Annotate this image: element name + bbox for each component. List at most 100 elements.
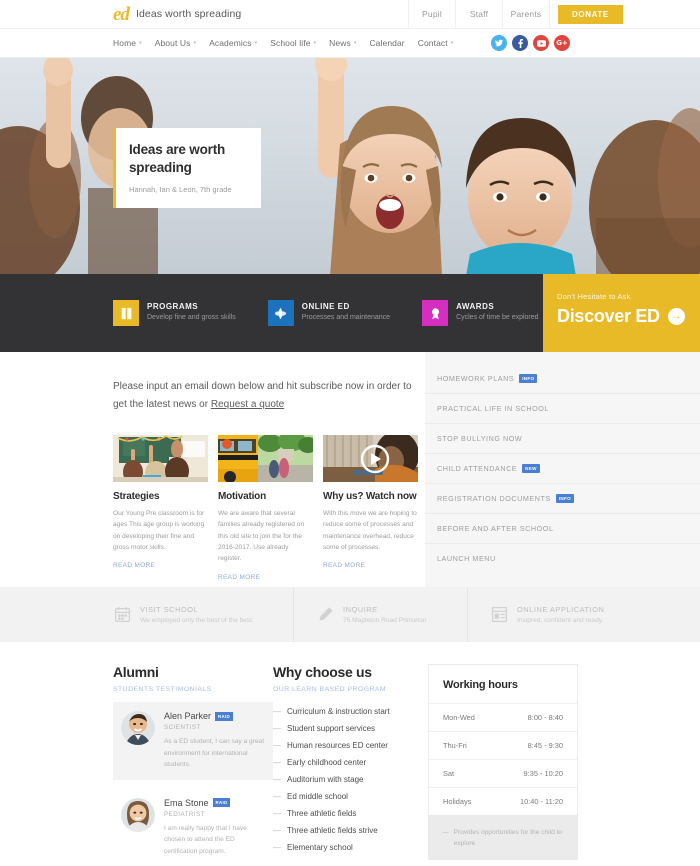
why-label: Three athletic fields xyxy=(287,809,357,818)
testimonial-item[interactable]: Alen Parker RAID SCIENTIST As a ED stude… xyxy=(113,702,273,780)
discover-title-row: Discover ED → xyxy=(557,306,700,327)
why-label: Ed middle school xyxy=(287,792,348,801)
card-body: We are aware that several families alrea… xyxy=(218,510,305,563)
avatar xyxy=(121,711,155,745)
info-sub: We employed only the best of the best xyxy=(140,617,253,624)
dash-icon: — xyxy=(273,707,281,716)
sidebar-item-practical-life-in-school[interactable]: PRACTICAL LIFE IN SCHOOL xyxy=(425,394,700,424)
nav-item-about-us[interactable]: About Us ▾ xyxy=(155,38,196,48)
nav-items: Home ▾ About Us ▾ Academics ▾ School lif… xyxy=(113,38,453,48)
hours-day: Holidays xyxy=(443,797,472,806)
chevron-down-icon: ▾ xyxy=(450,40,454,46)
nav-label: Academics xyxy=(209,38,252,48)
top-bar: ed Ideas worth spreading Pupil Staff Par… xyxy=(0,0,700,29)
twitter-icon[interactable] xyxy=(491,35,507,51)
article-card[interactable]: Strategies Our Young Pre classroom is fo… xyxy=(113,435,208,581)
nav-label: School life xyxy=(270,38,311,48)
top-link-staff[interactable]: Staff xyxy=(455,0,502,28)
article-card[interactable]: Why us? Watch now With this move we are … xyxy=(323,435,418,581)
man-photo xyxy=(121,711,155,745)
nav-item-academics[interactable]: Academics ▾ xyxy=(209,38,257,48)
info-sub: Insipred, confident and ready. xyxy=(517,617,604,624)
chevron-down-icon: ▾ xyxy=(313,40,317,46)
info-visit-school[interactable]: VISIT SCHOOL We employed only the best o… xyxy=(113,587,293,642)
sidebar-item-stop-bullying-now[interactable]: STOP BULLYING NOW xyxy=(425,424,700,454)
sidebar-label: CHILD ATTENDANCE xyxy=(437,464,518,473)
card-title: Motivation xyxy=(218,491,266,502)
article-card[interactable]: Motivation We are aware that several fam… xyxy=(218,435,313,581)
globe-icon xyxy=(267,300,294,326)
info-inquire[interactable]: INQUIRE 75 Mapleton Road Princeton xyxy=(293,587,467,642)
sidebar-item-launch-menu[interactable]: LAUNCH MENU xyxy=(425,544,700,573)
testimonial-role: PEDIATRIST xyxy=(164,810,205,818)
table-row: Mon-Wed 8:00 - 8:40 xyxy=(429,703,577,731)
donate-button[interactable]: DONATE xyxy=(558,4,623,24)
brand[interactable]: ed Ideas worth spreading xyxy=(0,0,408,28)
request-quote-link[interactable]: Request a quote xyxy=(211,399,284,410)
section-subtitle-alumni: STUDENTS TESTIMONIALS xyxy=(113,686,212,693)
list-item: — Curriculum & instruction start xyxy=(273,707,428,716)
card-body: With this move we are hoping to reduce s… xyxy=(323,510,417,551)
dash-icon: — xyxy=(273,741,281,750)
info-online-application[interactable]: ONLINE APPLICATION Insipred, confident a… xyxy=(467,587,626,642)
sidebar-label: REGISTRATION DOCUMENTS xyxy=(437,494,551,503)
top-link-pupil[interactable]: Pupil xyxy=(408,0,455,28)
youtube-icon[interactable] xyxy=(533,35,549,51)
why-label: Early childhood center xyxy=(287,758,367,767)
hero-illustration xyxy=(0,58,700,274)
hours-day: Thu-Fri xyxy=(443,741,467,750)
feature-programs[interactable]: PROGRAMS Develop fine and gross skills xyxy=(113,300,236,326)
dash-icon: — xyxy=(273,758,281,767)
nav-item-school-life[interactable]: School life ▾ xyxy=(270,38,316,48)
testimonial-item[interactable]: Ema Stone RAID PEDIATRIST I am really ha… xyxy=(113,789,273,866)
sidebar-label: STOP BULLYING NOW xyxy=(437,434,523,443)
calendar-icon xyxy=(113,606,131,624)
sidebar-item-child-attendance[interactable]: CHILD ATTENDANCE NEW xyxy=(425,454,700,484)
nav-item-calendar[interactable]: Calendar xyxy=(369,38,404,48)
read-more-link[interactable]: READ MORE xyxy=(218,574,313,581)
alumni-column: Alumni STUDENTS TESTIMONIALS Alen Parker xyxy=(113,664,273,866)
list-item: — Auditorium with stage xyxy=(273,775,428,784)
read-more-link[interactable]: READ MORE xyxy=(113,562,208,569)
sidebar-item-before-and-after-school[interactable]: BEFORE AND AFTER SCHOOL xyxy=(425,514,700,544)
feature-title: ONLINE ED xyxy=(301,302,350,312)
testimonial-name: Alen Parker xyxy=(164,711,212,721)
feature-title: PROGRAMS xyxy=(147,302,199,312)
dash-icon: — xyxy=(273,792,281,801)
hours-time: 8:00 - 8:40 xyxy=(527,713,563,722)
sidebar-item-registration-documents[interactable]: REGISTRATION DOCUMENTS INFO xyxy=(425,484,700,514)
feature-awards[interactable]: AWARDS Cycles of time be explored xyxy=(422,300,539,326)
arrow-right-icon[interactable]: → xyxy=(667,308,685,325)
read-more-link[interactable]: READ MORE xyxy=(323,562,418,569)
nav-label: Contact xyxy=(417,38,448,48)
section-title-why: Why choose us xyxy=(273,664,372,680)
intro-line-2: get the latest news or xyxy=(113,398,211,410)
dash-icon: — xyxy=(273,809,281,818)
main-navigation: Home ▾ About Us ▾ Academics ▾ School lif… xyxy=(0,29,700,58)
main-section: Please input an email down below and hit… xyxy=(0,352,700,587)
hours-day: Mon-Wed xyxy=(443,713,475,722)
discover-ed-panel[interactable]: Don't Hesitate to Ask Discover ED → xyxy=(543,274,700,352)
sidebar-item-homework-plans[interactable]: HOMEWORK PLANS INFO xyxy=(425,364,700,394)
nav-item-contact[interactable]: Contact ▾ xyxy=(418,38,454,48)
top-links: Pupil Staff Parents DONATE xyxy=(408,0,700,28)
nav-item-news[interactable]: News ▾ xyxy=(329,38,356,48)
feature-online-ed[interactable]: ONLINE ED Processes and maintenance xyxy=(267,300,390,326)
googleplus-icon[interactable]: G+ xyxy=(554,35,570,51)
working-hours-note: — Provides opportunities for the child t… xyxy=(428,816,578,861)
list-item: — Three athletic fields xyxy=(273,809,428,818)
working-hours-title: Working hours xyxy=(443,679,518,691)
nav-label: Calendar xyxy=(369,38,405,48)
testimonial-name-row: Ema Stone RAID xyxy=(164,798,265,808)
card-body: Our Young Pre classroom is for ages This… xyxy=(113,510,205,551)
card-title: Strategies xyxy=(113,491,160,502)
video-photo xyxy=(323,435,418,482)
top-link-parents[interactable]: Parents xyxy=(502,0,549,28)
testimonial-name: Ema Stone xyxy=(164,797,209,808)
info-title: INQUIRE xyxy=(343,605,378,614)
nav-item-home[interactable]: Home ▾ xyxy=(113,38,142,48)
article-cards: Strategies Our Young Pre classroom is fo… xyxy=(113,435,425,581)
facebook-icon[interactable] xyxy=(512,35,528,51)
list-item: — Three athletic fields strive xyxy=(273,826,428,835)
testimonial-body: I am really happy that I have chosen to … xyxy=(164,824,247,855)
